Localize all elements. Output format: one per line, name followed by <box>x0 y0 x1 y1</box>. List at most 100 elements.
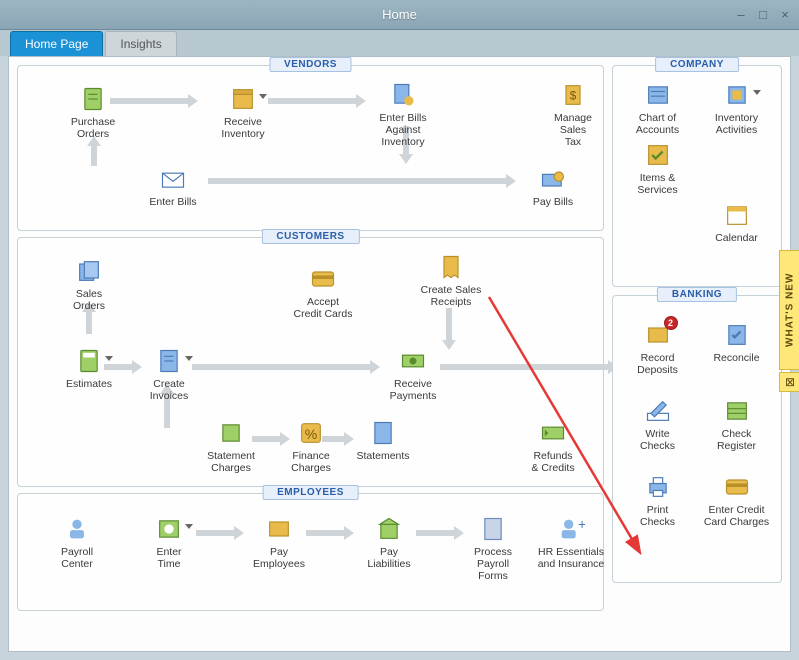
record-deposits[interactable]: 2 Record Deposits <box>619 320 696 376</box>
company-panel: COMPANY Chart of Accounts Inventory Acti… <box>612 65 782 287</box>
enter-time[interactable]: Enter Time <box>134 514 204 570</box>
tab-home-page[interactable]: Home Page <box>10 31 103 56</box>
customers-title: CUSTOMERS <box>261 229 359 244</box>
employees-panel: EMPLOYEES Payroll Center Enter Time Pay … <box>17 493 604 611</box>
badge: 2 <box>664 316 678 330</box>
pen-icon <box>642 396 674 426</box>
whats-new-close[interactable]: ⊠ <box>779 372 799 392</box>
percent-icon: % <box>295 418 327 448</box>
enter-credit-card-charges[interactable]: Enter Credit Card Charges <box>698 472 775 528</box>
banking-title: BANKING <box>657 287 737 302</box>
customers-panel: CUSTOMERS Sales Orders Estimates Create … <box>17 237 604 487</box>
register-icon <box>721 396 753 426</box>
chevron-down-icon <box>185 356 193 361</box>
ledger-icon <box>215 418 247 448</box>
cash-icon <box>397 346 429 376</box>
chart-of-accounts[interactable]: Chart of Accounts <box>619 80 696 136</box>
calendar-icon <box>721 200 753 230</box>
chevron-down-icon <box>259 94 267 99</box>
vendors-panel: VENDORS Purchase Orders Receive Inventor… <box>17 65 604 231</box>
check-register[interactable]: Check Register <box>698 396 775 452</box>
list-icon <box>642 80 674 110</box>
printer-icon <box>642 472 674 502</box>
purchase-orders[interactable]: Purchase Orders <box>58 84 128 140</box>
banking-panel: BANKING 2 Record Deposits Reconcile Writ… <box>612 295 782 583</box>
flow-arrow <box>192 364 372 370</box>
accept-credit-cards[interactable]: Accept Credit Cards <box>278 264 368 320</box>
flow-arrow <box>91 144 97 166</box>
clock-icon <box>153 514 185 544</box>
tabbar: Home Page Insights <box>0 30 799 56</box>
create-invoices[interactable]: Create Invoices <box>134 346 204 402</box>
credit-card-icon <box>307 264 339 294</box>
window-title: Home <box>382 7 417 22</box>
enter-bills[interactable]: Enter Bills <box>138 164 208 208</box>
tax-icon: $ <box>557 80 589 110</box>
chevron-down-icon <box>185 524 193 529</box>
person-plus-icon: + <box>555 514 587 544</box>
sales-orders[interactable]: Sales Orders <box>54 256 124 312</box>
minimize-button[interactable]: – <box>733 6 749 22</box>
bill-icon <box>387 80 419 110</box>
process-payroll-forms[interactable]: Process Payroll Forms <box>458 514 528 582</box>
credit-card-icon <box>721 472 753 502</box>
receive-payments[interactable]: Receive Payments <box>378 346 448 402</box>
whats-new-tab[interactable]: WHAT'S NEW <box>779 250 799 370</box>
reconcile-icon <box>721 320 753 350</box>
deposit-icon: 2 <box>642 320 674 350</box>
close-button[interactable]: × <box>777 6 793 22</box>
svg-text:+: + <box>578 516 585 532</box>
items-services[interactable]: Items & Services <box>619 140 696 196</box>
flow-arrow <box>440 364 610 370</box>
money-icon <box>537 164 569 194</box>
flow-arrow <box>208 178 508 184</box>
refunds-credits[interactable]: Refunds & Credits <box>518 418 588 474</box>
box-icon <box>227 84 259 114</box>
document-icon <box>77 84 109 114</box>
estimates[interactable]: Estimates <box>54 346 124 390</box>
reconcile[interactable]: Reconcile <box>698 320 775 376</box>
pay-employees[interactable]: Pay Employees <box>244 514 314 570</box>
receive-inventory[interactable]: Receive Inventory <box>208 84 278 140</box>
manage-sales-tax[interactable]: $ Manage Sales Tax <box>538 80 608 148</box>
inventory-activities[interactable]: Inventory Activities <box>698 80 775 136</box>
print-checks[interactable]: Print Checks <box>619 472 696 528</box>
content: VENDORS Purchase Orders Receive Inventor… <box>8 56 791 652</box>
person-icon <box>61 514 93 544</box>
receipt-icon <box>435 252 467 282</box>
hr-essentials[interactable]: + HR Essentials and Insurance <box>526 514 616 570</box>
pay-bills[interactable]: Pay Bills <box>518 164 588 208</box>
titlebar: Home – □ × <box>0 0 799 30</box>
checklist-icon <box>642 140 674 170</box>
building-icon <box>373 514 405 544</box>
pay-liabilities[interactable]: Pay Liabilities <box>354 514 424 570</box>
refund-icon <box>537 418 569 448</box>
maximize-button[interactable]: □ <box>755 6 771 22</box>
finance-charges[interactable]: % Finance Charges <box>276 418 346 474</box>
calendar[interactable]: Calendar <box>698 200 775 244</box>
form-icon <box>477 514 509 544</box>
svg-text:$: $ <box>570 90 577 103</box>
stack-icon <box>73 256 105 286</box>
flow-arrow <box>446 308 452 342</box>
payroll-center[interactable]: Payroll Center <box>42 514 112 570</box>
flow-arrow <box>86 310 92 334</box>
enter-bills-against-inventory[interactable]: Enter Bills Against Inventory <box>368 80 438 148</box>
employees-title: EMPLOYEES <box>262 485 359 500</box>
vendors-title: VENDORS <box>269 57 352 72</box>
statement-charges[interactable]: Statement Charges <box>196 418 266 474</box>
create-sales-receipts[interactable]: Create Sales Receipts <box>406 252 496 308</box>
paycheck-icon <box>263 514 295 544</box>
company-title: COMPANY <box>655 57 739 72</box>
statements[interactable]: Statements <box>348 418 418 462</box>
tab-insights[interactable]: Insights <box>105 31 176 56</box>
invoice-icon <box>153 346 185 376</box>
envelope-icon <box>157 164 189 194</box>
chevron-down-icon <box>753 90 761 95</box>
statement-icon <box>367 418 399 448</box>
write-checks[interactable]: Write Checks <box>619 396 696 452</box>
svg-text:%: % <box>305 426 317 442</box>
chevron-down-icon <box>105 356 113 361</box>
calculator-icon <box>73 346 105 376</box>
inventory-icon <box>721 80 753 110</box>
